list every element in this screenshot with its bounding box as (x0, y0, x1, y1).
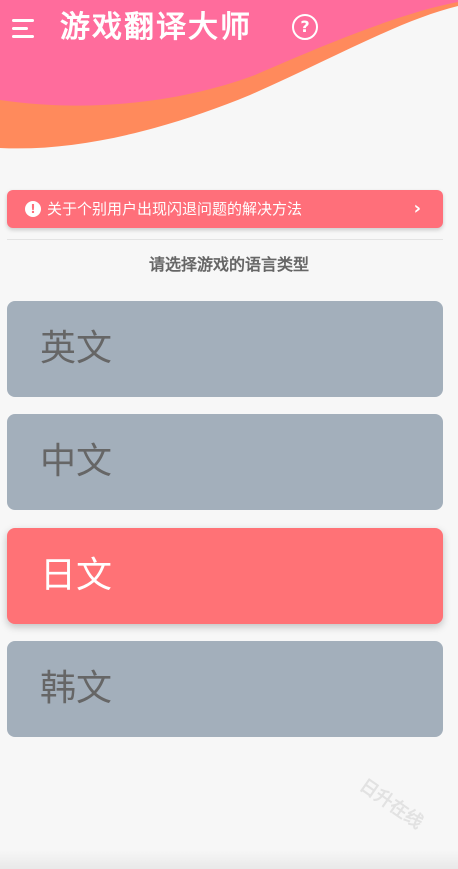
exclamation-circle-icon: ! (25, 201, 41, 217)
notice-text: 关于个别用户出现闪退问题的解决方法 (47, 200, 303, 218)
language-option-korean[interactable]: 韩文 (7, 641, 443, 737)
divider (7, 239, 443, 240)
header: 游戏翻译大师 ? (0, 0, 458, 160)
language-option-label: 英文 (40, 328, 113, 369)
chevron-right-icon: › (413, 198, 421, 219)
language-option-label: 韩文 (40, 668, 113, 709)
watermark: 日升在线 (355, 774, 427, 834)
app-title: 游戏翻译大师 (60, 10, 252, 45)
language-option-label: 日文 (40, 555, 113, 596)
language-option-chinese[interactable]: 中文 (7, 414, 443, 510)
notice-banner[interactable]: ! 关于个别用户出现闪退问题的解决方法 › (7, 190, 443, 228)
language-option-label: 中文 (40, 441, 113, 482)
language-option-english[interactable]: 英文 (7, 301, 443, 397)
bottom-shade (0, 849, 458, 869)
language-option-japanese[interactable]: 日文 (7, 528, 443, 624)
help-circle-icon[interactable]: ? (292, 14, 318, 40)
menu-icon[interactable] (12, 16, 38, 40)
section-title: 请选择游戏的语言类型 (148, 255, 309, 274)
